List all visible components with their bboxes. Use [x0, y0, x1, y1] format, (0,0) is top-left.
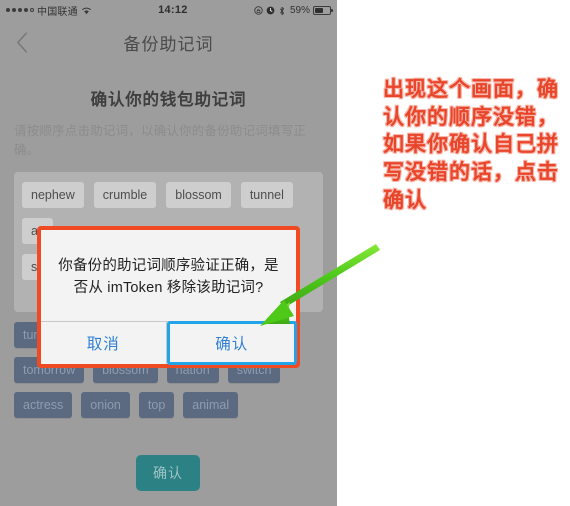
green-arrow-icon: [260, 244, 380, 326]
dialog-cancel-button[interactable]: 取消: [41, 322, 167, 364]
bluetooth-icon: [278, 6, 287, 15]
battery-percent-label: 59%: [289, 4, 310, 16]
navigation-bar: 备份助记词: [0, 20, 337, 64]
selected-chip[interactable]: crumble: [93, 182, 157, 208]
wifi-icon: [81, 6, 92, 15]
status-bar: 中国联通 14:12 59%: [0, 0, 337, 20]
bottom-confirm-button[interactable]: 确认: [136, 455, 200, 491]
selected-chip[interactable]: tunnel: [240, 182, 293, 208]
word-bank-chip[interactable]: top: [138, 392, 175, 418]
selected-chip[interactable]: blossom: [166, 182, 231, 208]
word-bank-chip[interactable]: actress: [14, 392, 73, 418]
selected-chip[interactable]: nephew: [22, 182, 84, 208]
alarm-icon: [266, 6, 275, 15]
clock-label: 14:12: [158, 4, 188, 16]
selected-row-1: nephew crumble blossom tunnel: [14, 182, 323, 208]
dialog-message: 你备份的助记词顺序验证正确，是否从 imToken 移除该助记词?: [58, 257, 279, 296]
word-bank-chip[interactable]: animal: [183, 392, 239, 418]
page-heading: 确认你的钱包助记词: [90, 91, 247, 109]
word-bank-row-3: actress onion top animal: [10, 392, 330, 418]
status-bar-right: 59%: [254, 4, 333, 16]
signal-strength-icon: [6, 8, 34, 12]
carrier-label: 中国联通: [37, 6, 78, 18]
rotation-lock-icon: [254, 5, 263, 15]
status-bar-left: 中国联通: [6, 3, 92, 18]
word-bank-chip[interactable]: onion: [81, 392, 130, 418]
battery-icon: [313, 5, 333, 15]
page-subtitle: 请按顺序点击助记词，以确认你的备份助记词填写正确。: [14, 124, 307, 157]
page-header: 确认你的钱包助记词 请按顺序点击助记词，以确认你的备份助记词填写正确。: [0, 72, 337, 160]
annotation-text: 出现这个画面，确认你的顺序没错，如果你确认自己拼写没错的话，点击确认: [383, 78, 559, 212]
page-title-navbar: 备份助记词: [123, 34, 214, 54]
